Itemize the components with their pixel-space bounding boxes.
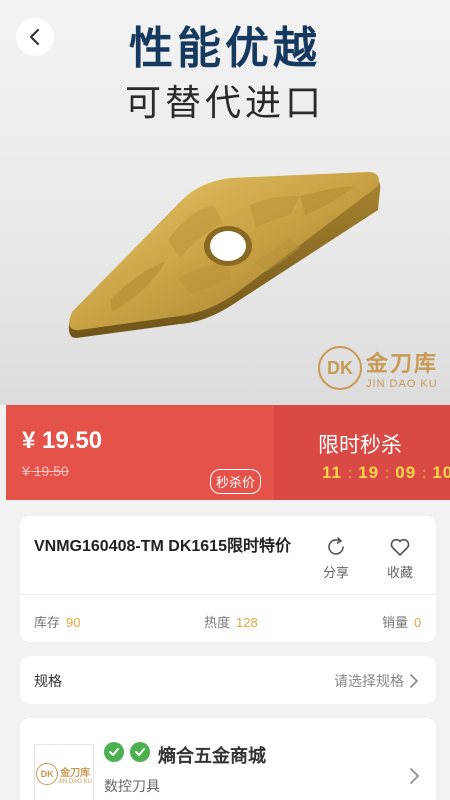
shop-name: 熵合五金商城 [158, 746, 266, 766]
sales-value: 0 [414, 615, 422, 630]
sale-price-tag: 秒杀价 [210, 469, 262, 494]
spec-hint: 请选择规格 [334, 671, 420, 691]
flash-sale-title: 限时秒杀 [318, 434, 402, 457]
countdown-section: 限时秒杀 11 : 19 : 09 : 10 [274, 405, 450, 500]
shop-badges [104, 742, 156, 762]
chevron-right-icon [410, 768, 419, 784]
verified-check-icon [130, 742, 150, 762]
countdown-days: 11 [322, 463, 342, 482]
brand-mark: DK [317, 346, 362, 390]
sales-stat: 销量 0 [382, 612, 421, 631]
original-price: ¥ 19.50 [22, 463, 69, 479]
sale-price: ¥ 19.50 [22, 427, 103, 454]
shop-logo-mark: DK [36, 763, 59, 785]
shop-category: 数控刀具 [104, 778, 160, 794]
shop-logo-brand: DK 金刀库 JIN DAO KU [36, 763, 92, 785]
countdown-separator: : [422, 464, 427, 482]
heat-label: 热度 [204, 615, 231, 630]
chevron-right-icon [410, 674, 418, 688]
verified-check-icon [104, 742, 124, 762]
countdown-hours: 19 [358, 463, 380, 482]
spec-label: 规格 [34, 673, 62, 689]
spec-selector[interactable]: 规格 请选择规格 [20, 656, 436, 704]
share-icon [328, 537, 344, 555]
countdown-minutes: 09 [395, 463, 417, 482]
shop-card[interactable]: DK 金刀库 JIN DAO KU 熵合五金商城 数控刀具 [20, 718, 436, 800]
countdown-timer: 11 : 19 : 09 : 10 [322, 463, 450, 483]
countdown-seconds: 10 [432, 463, 450, 482]
brand-name-cn: 金刀库 [365, 351, 438, 376]
spec-hint-text: 请选择规格 [334, 673, 404, 689]
brand-name-en: JIN DAO KU [365, 378, 438, 390]
stock-label: 库存 [34, 615, 61, 630]
countdown-separator: : [347, 464, 353, 482]
favorite-label: 收藏 [386, 565, 413, 580]
heart-icon [390, 538, 410, 556]
hero-subtitle: 可替代进口 [124, 82, 325, 123]
stock-stat: 库存 90 [34, 612, 80, 631]
share-button[interactable]: 分享 [316, 536, 356, 581]
favorite-button[interactable]: 收藏 [380, 536, 420, 581]
countdown-separator: : [385, 464, 390, 482]
shop-logo: DK 金刀库 JIN DAO KU [34, 744, 94, 800]
stock-value: 90 [66, 615, 81, 630]
divider [20, 594, 436, 595]
hero-title: 性能优越 [129, 24, 321, 73]
brand-logo: DK 金刀库 JIN DAO KU [317, 346, 438, 390]
heat-value: 128 [236, 615, 258, 630]
shop-logo-name-en: JIN DAO KU [58, 778, 92, 785]
product-image-banner: 性能优越 可替代进口 DK 金刀库 JIN DAO KU [0, 0, 450, 405]
flash-sale-banner: ¥ 19.50 ¥ 19.50 秒杀价 限时秒杀 11 : 19 : 09 : … [6, 405, 450, 500]
sales-label: 销量 [382, 615, 409, 630]
heat-stat: 热度 128 [204, 612, 258, 631]
share-label: 分享 [322, 565, 349, 580]
product-title: VNMG160408-TM DK1615限时特价 [34, 538, 291, 555]
shop-logo-name-cn: 金刀库 [60, 767, 91, 779]
price-section: ¥ 19.50 ¥ 19.50 秒杀价 [6, 405, 274, 500]
product-info-card: VNMG160408-TM DK1615限时特价 分享 收藏 库存 90 热度 12… [20, 516, 436, 642]
